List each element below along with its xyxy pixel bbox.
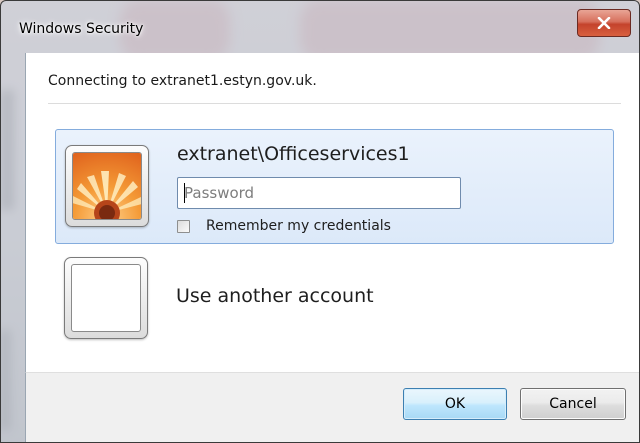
- title-bar[interactable]: Windows Security: [1, 1, 639, 53]
- divider: [48, 103, 621, 104]
- use-another-account-tile[interactable]: Use another account: [55, 253, 614, 345]
- password-input[interactable]: [177, 177, 461, 209]
- window-title: Windows Security: [19, 21, 144, 37]
- orange-flower-icon: [72, 152, 142, 220]
- cancel-button[interactable]: Cancel: [520, 388, 626, 420]
- remember-checkbox[interactable]: [177, 219, 190, 233]
- account-username: extranet\Officeservices1: [177, 143, 410, 165]
- user-avatar: [65, 145, 149, 227]
- text-cursor: [184, 183, 185, 203]
- remember-label: Remember my credentials: [206, 218, 391, 234]
- remember-credentials-option[interactable]: Remember my credentials: [177, 216, 391, 236]
- blank-user-tile-icon: [71, 264, 141, 332]
- blank-avatar: [64, 257, 148, 339]
- use-another-account-label: Use another account: [176, 285, 374, 307]
- button-bar: OK Cancel: [25, 372, 639, 442]
- close-icon: [597, 17, 611, 29]
- connecting-message: Connecting to extranet1.estyn.gov.uk.: [48, 73, 317, 89]
- credentials-dialog: Windows Security Connecting to extranet1…: [0, 0, 640, 443]
- dialog-content: Connecting to extranet1.estyn.gov.uk. ex…: [25, 53, 639, 372]
- close-button[interactable]: [577, 9, 631, 37]
- selected-credential-tile[interactable]: extranet\Officeservices1 Remember my cre…: [55, 129, 614, 244]
- ok-button[interactable]: OK: [403, 388, 507, 420]
